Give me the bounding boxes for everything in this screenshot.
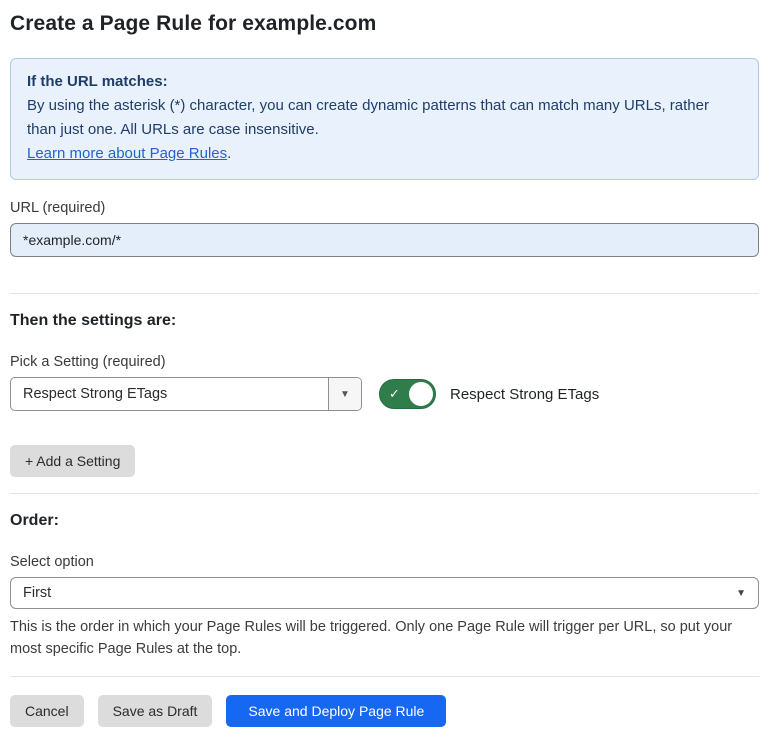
toggle-label: Respect Strong ETags: [450, 386, 599, 403]
setting-select-arrow[interactable]: ▼: [328, 378, 361, 410]
order-help-text: This is the order in which your Page Rul…: [10, 616, 759, 660]
setting-toggle[interactable]: ✓: [379, 379, 436, 409]
footer-actions: Cancel Save as Draft Save and Deploy Pag…: [10, 695, 759, 727]
chevron-down-icon: ▼: [736, 588, 746, 599]
section-divider-2: [10, 493, 759, 494]
save-and-deploy-button[interactable]: Save and Deploy Page Rule: [226, 695, 446, 727]
link-period: .: [227, 145, 231, 162]
section-divider-1: [10, 293, 759, 294]
save-as-draft-button[interactable]: Save as Draft: [98, 695, 213, 727]
url-field-label: URL (required): [10, 200, 759, 216]
order-select[interactable]: First ▼: [10, 577, 759, 609]
url-input[interactable]: [10, 223, 759, 257]
info-box-heading: If the URL matches:: [27, 70, 742, 94]
learn-more-link[interactable]: Learn more about Page Rules: [27, 145, 227, 162]
info-box-body: By using the asterisk (*) character, you…: [27, 94, 742, 166]
add-setting-button[interactable]: + Add a Setting: [10, 445, 135, 477]
footer-divider: [10, 676, 759, 677]
toggle-knob: [409, 382, 433, 406]
create-page-rule-form: Create a Page Rule for example.com If th…: [0, 0, 769, 743]
cancel-button[interactable]: Cancel: [10, 695, 84, 727]
order-select-label: Select option: [10, 554, 759, 570]
chevron-down-icon: ▼: [340, 389, 350, 400]
order-section-heading: Order:: [10, 512, 759, 530]
setting-row: Respect Strong ETags ▼ ✓ Respect Strong …: [10, 377, 759, 411]
url-match-info-box: If the URL matches: By using the asteris…: [10, 58, 759, 180]
settings-section-heading: Then the settings are:: [10, 312, 759, 330]
page-title: Create a Page Rule for example.com: [10, 12, 759, 36]
setting-select-value: Respect Strong ETags: [11, 378, 328, 410]
pick-setting-label: Pick a Setting (required): [10, 354, 759, 370]
info-box-body-text: By using the asterisk (*) character, you…: [27, 97, 709, 138]
check-icon: ✓: [389, 386, 400, 402]
order-select-value: First: [23, 585, 51, 601]
setting-select[interactable]: Respect Strong ETags ▼: [10, 377, 362, 411]
